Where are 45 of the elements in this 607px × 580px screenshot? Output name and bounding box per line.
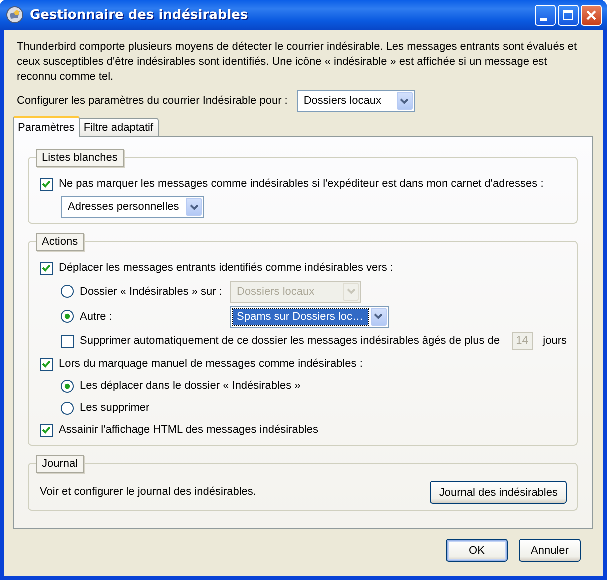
radio-label: Autre : (80, 310, 112, 322)
dialog-button[interactable]: Annuler (519, 539, 581, 562)
chevron-down-icon (400, 98, 410, 104)
chevron-down-icon (374, 313, 384, 320)
journal-description: Voir et configurer le journal des indésirables. (40, 486, 256, 498)
group-title: Listes blanches (36, 149, 124, 167)
checkbox[interactable] (40, 358, 53, 370)
close-button[interactable] (581, 4, 602, 26)
checkbox-label: Supprimer automatiquement de ce dossier les messages indésirables âgés de plus de (80, 335, 500, 347)
radio-button[interactable] (61, 310, 74, 323)
maximize-button[interactable] (558, 4, 579, 26)
radio-button[interactable] (61, 402, 74, 414)
checkbox-label: Ne pas marquer les messages comme indésirables si l'expéditeur est dans mon carnet d'adresses : (59, 178, 544, 190)
checkbox-label: Déplacer les messages entrants identifiés comme indésirables vers : (59, 262, 394, 274)
radio-button[interactable] (61, 380, 74, 392)
radio-label: Les supprimer (80, 402, 150, 414)
checkbox[interactable] (61, 334, 74, 348)
window-title: Gestionnaire des indésirables (30, 8, 250, 22)
unit-label: jours (543, 335, 567, 347)
app-icon (6, 6, 24, 24)
checkbox-label: Lors du marquage manuel de messages comme indésirables : (59, 358, 363, 370)
close-icon (585, 8, 598, 22)
maximize-icon (562, 8, 575, 22)
chevron-down-icon (346, 288, 356, 295)
radio-label: Les déplacer dans le dossier « Indésirables » (80, 380, 301, 392)
account-label: Configurer les paramètres du courrier Indésirable pour : (17, 95, 288, 107)
minimize-icon (540, 18, 547, 20)
chevron-down-icon (190, 204, 199, 210)
journal-button[interactable]: Journal des indésirables (430, 481, 567, 504)
tab[interactable]: Filtre adaptatif (78, 118, 159, 136)
minimize-button[interactable] (535, 4, 556, 26)
dropdown[interactable]: Adresses personnelles (61, 196, 204, 218)
radio-button[interactable] (61, 285, 74, 298)
description-text: Thunderbird comporte plusieurs moyens de détecter le courrier indésirable. Les messages entrants sont évalués et ceux susceptibles d'être indésirables sont identifiés. Une icône « indésirable » est affichée si un message est reconnu comme tel. (17, 40, 578, 85)
checkbox[interactable] (40, 262, 53, 274)
group-title: Journal (36, 455, 84, 473)
tab[interactable]: Paramètres (13, 116, 80, 137)
checkbox[interactable] (40, 424, 53, 436)
dropdown[interactable]: Dossiers locaux (296, 90, 415, 112)
group-title: Actions (36, 233, 84, 251)
checkbox-label: Assainir l'affichage HTML des messages indésirables (59, 424, 318, 436)
radio-label: Dossier « Indésirables » sur : (80, 286, 222, 298)
dropdown[interactable]: Spams sur Dossiers loc… (230, 306, 389, 328)
checkbox[interactable] (40, 178, 53, 190)
dialog-button[interactable]: OK (446, 539, 508, 562)
